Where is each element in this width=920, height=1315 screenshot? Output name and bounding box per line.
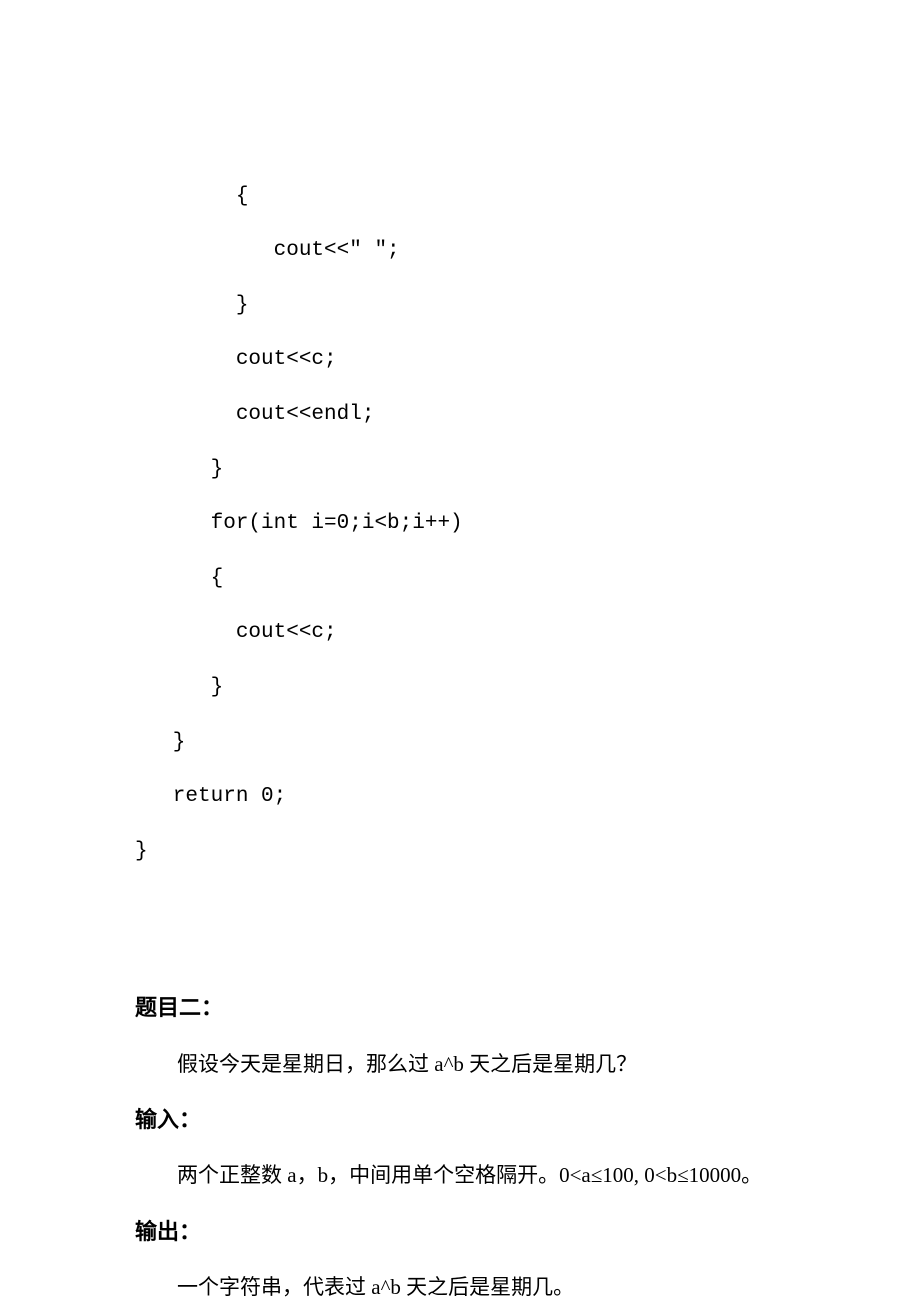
document-page: { cout<<" "; } cout<<c; cout<<endl; } fo… <box>0 0 920 1302</box>
code-line: } <box>135 840 148 863</box>
code-line: } <box>135 731 185 754</box>
code-line: { <box>135 185 248 208</box>
code-line: return 0; <box>135 785 286 808</box>
output-label: 输出： <box>135 1203 785 1260</box>
section-spacer <box>135 879 785 979</box>
code-line: { <box>135 567 223 590</box>
code-line: } <box>135 294 248 317</box>
problem-2-title: 题目二： <box>135 979 785 1036</box>
code-line: cout<<endl; <box>135 403 374 426</box>
output-description: 一个字符串，代表过 a^b 天之后是星期几。 <box>135 1260 785 1315</box>
code-line: cout<<" "; <box>135 239 400 262</box>
code-line: for(int i=0;i<b;i++) <box>135 512 463 535</box>
input-label: 输入： <box>135 1091 785 1148</box>
code-line: } <box>135 676 223 699</box>
code-line: cout<<c; <box>135 348 337 371</box>
input-description: 两个正整数 a，b，中间用单个空格隔开。0<a≤100, 0<b≤10000。 <box>135 1148 785 1203</box>
code-block: { cout<<" "; } cout<<c; cout<<endl; } fo… <box>135 115 785 879</box>
code-line: } <box>135 458 223 481</box>
problem-2-description: 假设今天是星期日，那么过 a^b 天之后是星期几？ <box>135 1037 785 1092</box>
code-line: cout<<c; <box>135 621 337 644</box>
